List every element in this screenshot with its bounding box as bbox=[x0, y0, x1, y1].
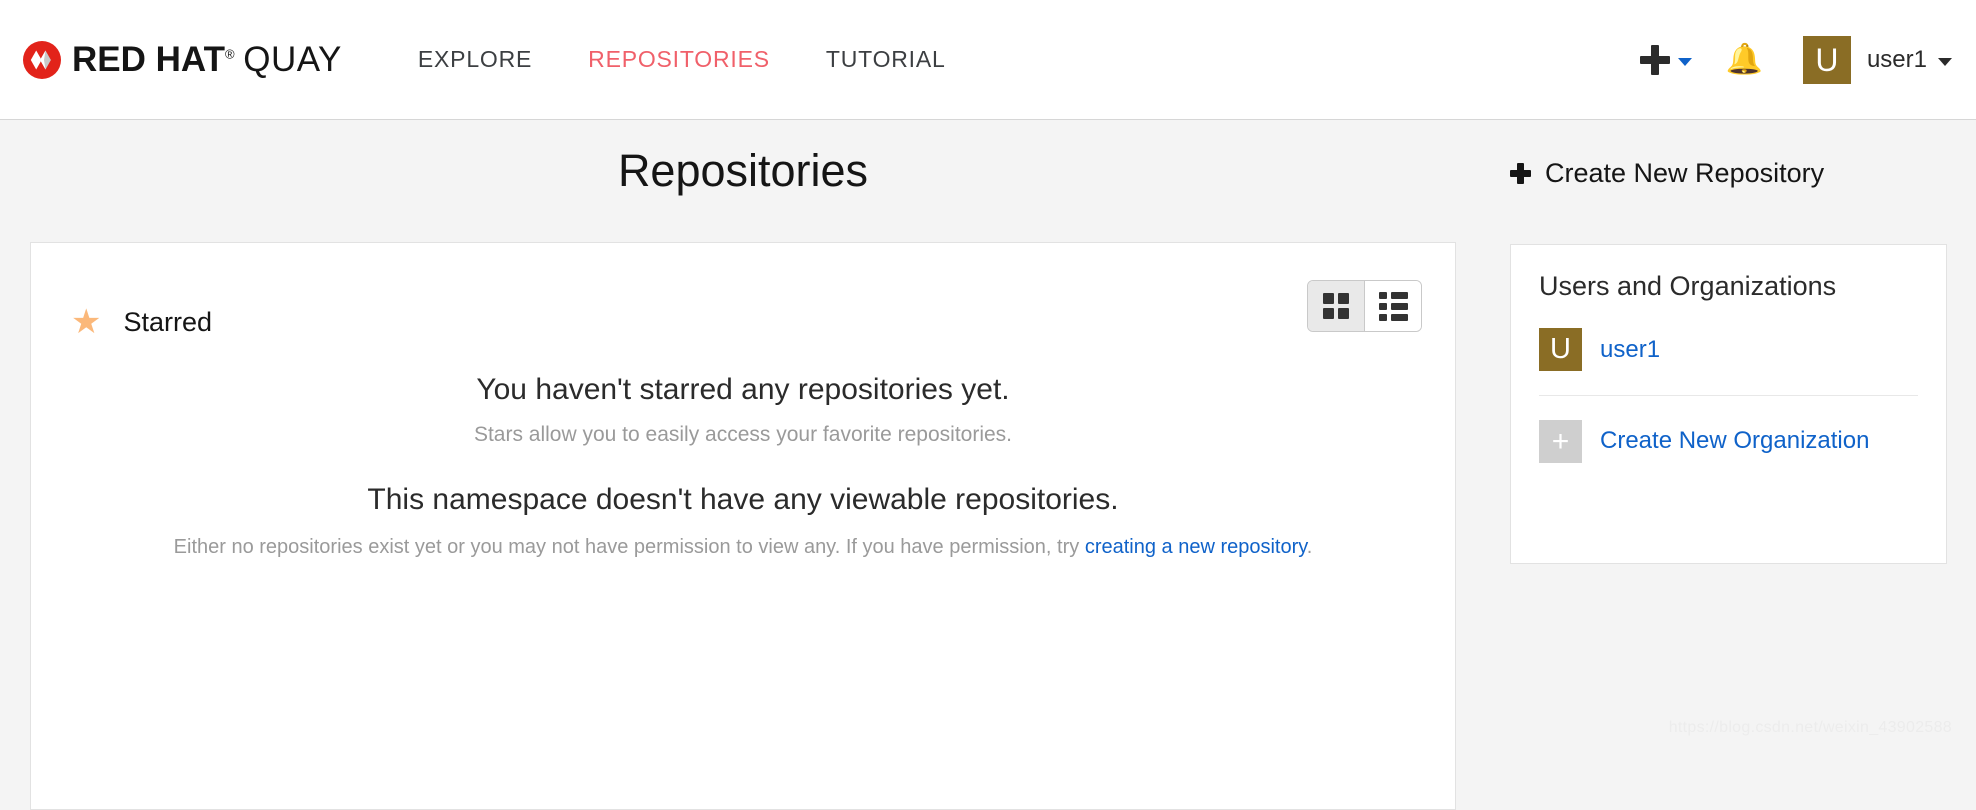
watermark: https://blog.csdn.net/weixin_43902588 bbox=[1668, 719, 1952, 736]
empty-namespace-state: This namespace doesn't have any viewable… bbox=[31, 483, 1455, 562]
starred-section-header: ★ Starred bbox=[71, 305, 212, 339]
empty-starred-heading: You haven't starred any repositories yet… bbox=[476, 373, 1010, 406]
list-view-icon bbox=[1378, 291, 1408, 321]
brand-redhat: RED HAT bbox=[72, 40, 225, 79]
user-menu-label: user1 bbox=[1866, 45, 1927, 73]
view-toggle-group bbox=[1307, 280, 1422, 332]
create-menu-button[interactable] bbox=[1639, 44, 1692, 75]
brand-logo-link[interactable]: RED HAT® QUAY bbox=[22, 0, 342, 119]
empty-starred-state: You haven't starred any repositories yet… bbox=[31, 373, 1455, 447]
avatar: U bbox=[1539, 328, 1582, 371]
starred-label: Starred bbox=[123, 306, 213, 337]
grid-view-icon bbox=[1323, 293, 1349, 319]
create-new-organization-link[interactable]: Create New Organization bbox=[1600, 427, 1869, 454]
empty-namespace-subtext: Either no repositories exist yet or you … bbox=[31, 533, 1455, 562]
header-actions: 🔔 U user1 bbox=[1639, 0, 1952, 119]
sidebar-item-create-organization[interactable]: + Create New Organization bbox=[1539, 420, 1918, 463]
create-new-repository-button[interactable]: Create New Repository bbox=[1510, 158, 1824, 189]
notifications-bell-icon[interactable]: 🔔 bbox=[1726, 44, 1763, 75]
user-menu-button[interactable]: U user1 bbox=[1802, 35, 1952, 84]
brand-registered-mark: ® bbox=[224, 46, 235, 62]
plus-icon bbox=[1510, 163, 1531, 184]
chevron-down-icon bbox=[1677, 58, 1692, 66]
sidebar-item-user1[interactable]: U user1 bbox=[1539, 328, 1918, 396]
sidebar-user-link[interactable]: user1 bbox=[1600, 336, 1660, 364]
grid-view-button[interactable] bbox=[1308, 281, 1365, 331]
repositories-card: ★ Starred You haven't starred any reposi… bbox=[30, 242, 1456, 810]
nav-item-repositories[interactable]: REPOSITORIES bbox=[560, 46, 798, 73]
chevron-down-icon bbox=[1938, 58, 1952, 66]
red-hat-logo-icon bbox=[23, 40, 61, 79]
nav-item-tutorial[interactable]: TUTORIAL bbox=[798, 46, 974, 73]
plus-icon bbox=[1639, 44, 1670, 75]
nav-item-explore[interactable]: EXPLORE bbox=[390, 46, 560, 73]
empty-namespace-subtext-after: . bbox=[1306, 536, 1313, 558]
main-nav: EXPLORE REPOSITORIES TUTORIAL bbox=[390, 0, 974, 119]
page-body: Repositories Create New Repository ★ Sta… bbox=[0, 120, 1976, 810]
star-icon: ★ bbox=[71, 303, 102, 341]
creating-a-new-repository-link[interactable]: creating a new repository bbox=[1085, 536, 1307, 558]
empty-namespace-heading: This namespace doesn't have any viewable… bbox=[367, 483, 1119, 516]
empty-starred-subtext: Stars allow you to easily access your fa… bbox=[473, 423, 1013, 446]
empty-namespace-subtext-before: Either no repositories exist yet or you … bbox=[173, 536, 1085, 558]
avatar: U bbox=[1802, 35, 1851, 84]
sidebar-panel-title: Users and Organizations bbox=[1539, 271, 1837, 301]
brand-text: RED HAT® QUAY bbox=[72, 42, 342, 77]
plus-icon: + bbox=[1539, 420, 1582, 463]
brand-quay: QUAY bbox=[243, 40, 342, 79]
list-view-button[interactable] bbox=[1365, 281, 1421, 331]
page-title: Repositories bbox=[617, 145, 869, 196]
app-header: RED HAT® QUAY EXPLORE REPOSITORIES TUTOR… bbox=[0, 0, 1976, 120]
create-new-repository-label: Create New Repository bbox=[1545, 158, 1825, 188]
users-and-organizations-panel: Users and Organizations U user1 + Create … bbox=[1510, 244, 1947, 564]
